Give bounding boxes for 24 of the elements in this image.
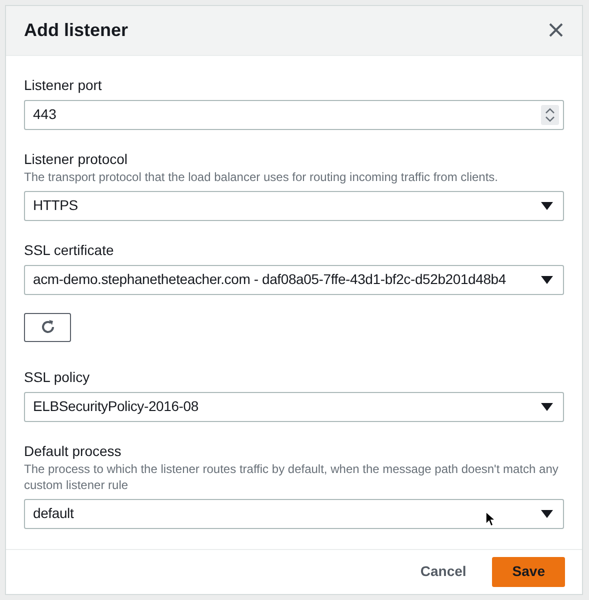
field-description: The process to which the listener routes traffic by default, when the message path doesn't match any custom listener rule (24, 460, 560, 493)
close-icon (548, 22, 564, 38)
select-field[interactable]: acm-demo.stephanetheteacher.com - daf08a05-7ffe-43d1-bf2c-d52b201d48b4 (24, 264, 564, 295)
field-description: The transport protocol that the load balancer uses for routing incoming traffic from clients. (24, 168, 500, 185)
select-field[interactable]: ELBSecurityPolicy-2016-08 (24, 392, 564, 422)
caret-icon (541, 510, 553, 518)
field-label: Default process (24, 442, 122, 460)
caret-icon (541, 202, 553, 210)
refresh-button[interactable] (24, 312, 71, 342)
field-label: Listener port (24, 76, 103, 94)
caret-icon (541, 276, 553, 284)
number-field[interactable]: 443 (24, 100, 564, 130)
spinner-icon[interactable] (541, 104, 559, 125)
field-label: Listener protocol (24, 150, 129, 168)
pointer-icon (486, 512, 495, 526)
select-field[interactable]: default (24, 498, 564, 529)
caret-icon (541, 402, 553, 411)
field-label: SSL policy (24, 368, 91, 386)
field-label: SSL certificate (24, 240, 115, 259)
save-button[interactable]: Save (492, 556, 565, 587)
cancel-button[interactable]: Cancel (416, 556, 470, 587)
select-field[interactable]: HTTPS (24, 190, 564, 221)
refresh-icon (40, 319, 56, 336)
dialog-title: Add listener (24, 18, 128, 42)
